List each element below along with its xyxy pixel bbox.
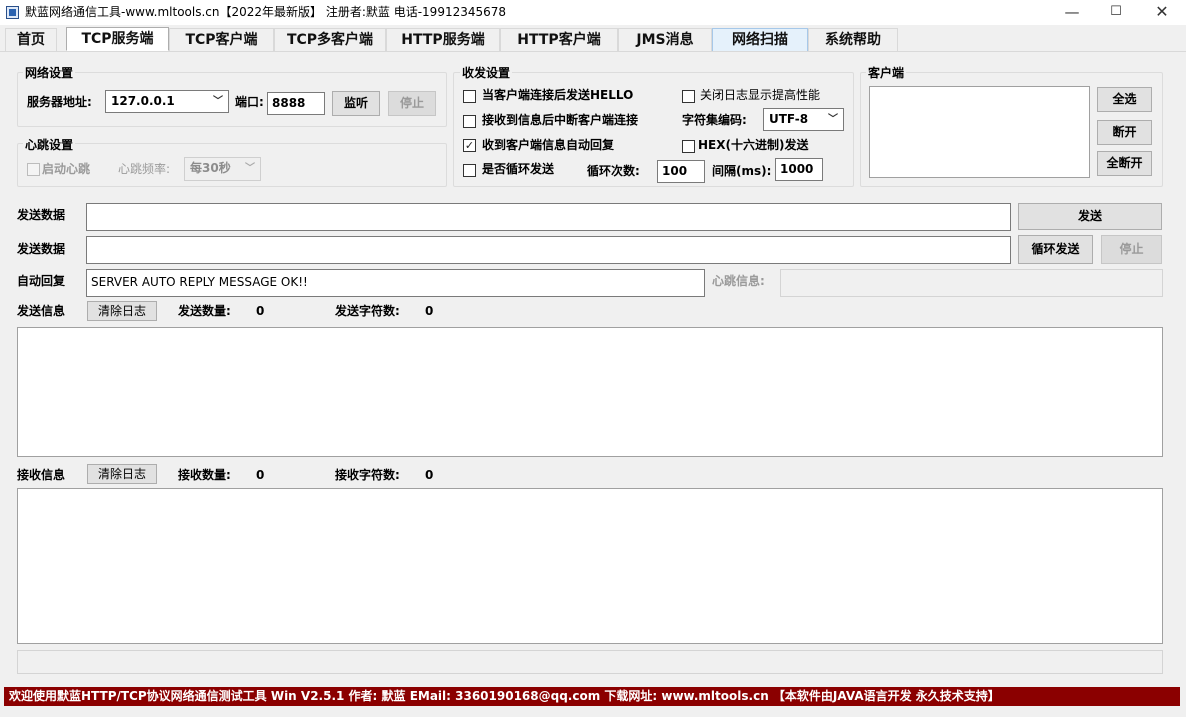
chevron-down-icon: ﹀ bbox=[213, 96, 223, 107]
auto-reply-input[interactable]: SERVER AUTO REPLY MESSAGE OK!! bbox=[86, 269, 705, 297]
send-hello-label: 当客户端连接后发送HELLO bbox=[482, 88, 634, 102]
loop-count-input[interactable]: 100 bbox=[657, 160, 705, 183]
tab-tcp-multi-client[interactable]: TCP多客户端 bbox=[274, 28, 386, 52]
tab-home[interactable]: 首页 bbox=[5, 28, 57, 52]
recv-chars-label: 接收字符数: bbox=[335, 468, 400, 482]
send-chars-value: 0 bbox=[425, 304, 434, 318]
heartbeat-freq-label: 心跳频率: bbox=[118, 162, 171, 176]
port-label: 端口: bbox=[235, 95, 264, 109]
txrx-settings-title: 收发设置 bbox=[460, 64, 513, 81]
tab-network-scan[interactable]: 网络扫描 bbox=[712, 28, 808, 52]
stop-listen-button[interactable]: 停止 bbox=[388, 91, 436, 116]
heartbeat-info-input[interactable] bbox=[780, 269, 1163, 297]
network-settings-title: 网络设置 bbox=[23, 64, 76, 81]
tab-tcp-client[interactable]: TCP客户端 bbox=[169, 28, 274, 52]
disconnect-after-recv-label: 接收到信息后中断客户端连接 bbox=[482, 113, 639, 127]
heartbeat-enable-checkbox[interactable] bbox=[27, 163, 40, 176]
stop-loop-button[interactable]: 停止 bbox=[1101, 235, 1162, 264]
recv-count-label: 接收数量: bbox=[178, 468, 231, 482]
send-chars-label: 发送字符数: bbox=[335, 304, 400, 318]
clients-list[interactable] bbox=[869, 86, 1090, 178]
loop-send-checkbox[interactable] bbox=[463, 164, 476, 177]
interval-input[interactable]: 1000 bbox=[775, 158, 823, 181]
heartbeat-info-label: 心跳信息: bbox=[712, 274, 765, 288]
chevron-down-icon: ﹀ bbox=[245, 163, 255, 174]
tab-help[interactable]: 系统帮助 bbox=[808, 28, 898, 52]
server-address-label: 服务器地址: bbox=[27, 95, 92, 109]
heartbeat-freq-value: 每30秒 bbox=[190, 161, 231, 175]
auto-reply-label: 收到客户端信息自动回复 bbox=[482, 138, 615, 152]
interval-label: 间隔(ms): bbox=[712, 164, 772, 178]
send-count-value: 0 bbox=[256, 304, 265, 318]
tab-jms[interactable]: JMS消息 bbox=[618, 28, 712, 52]
recv-chars-value: 0 bbox=[425, 468, 434, 482]
port-input[interactable]: 8888 bbox=[267, 92, 325, 115]
send-info-label: 发送信息 bbox=[17, 304, 66, 318]
tab-http-server[interactable]: HTTP服务端 bbox=[386, 28, 500, 52]
send-data-label-1: 发送数据 bbox=[17, 208, 66, 222]
send-data-input-1[interactable] bbox=[86, 203, 1011, 231]
hex-send-checkbox[interactable] bbox=[682, 140, 695, 153]
send-button[interactable]: 发送 bbox=[1018, 203, 1162, 230]
disconnect-button[interactable]: 断开 bbox=[1097, 120, 1152, 145]
tab-http-client[interactable]: HTTP客户端 bbox=[500, 28, 618, 52]
select-all-button[interactable]: 全选 bbox=[1097, 87, 1152, 112]
recv-log-area[interactable] bbox=[17, 488, 1163, 644]
listen-button[interactable]: 监听 bbox=[332, 91, 380, 116]
maximize-button[interactable]: ☐ bbox=[1093, 0, 1139, 25]
status-bar: 欢迎使用默蓝HTTP/TCP协议网络通信测试工具 Win V2.5.1 作者: … bbox=[4, 687, 1180, 706]
close-log-label: 关闭日志显示提高性能 bbox=[700, 88, 821, 102]
hex-send-label: HEX(十六进制)发送 bbox=[698, 138, 809, 152]
minimize-button[interactable]: — bbox=[1049, 0, 1095, 25]
close-log-checkbox[interactable] bbox=[682, 90, 695, 103]
close-button[interactable]: ✕ bbox=[1139, 0, 1185, 25]
title-bar: 默蓝网络通信工具-www.mltools.cn【2022年最新版】 注册者:默蓝… bbox=[0, 0, 1186, 25]
server-address-value: 127.0.0.1 bbox=[111, 94, 175, 108]
recv-count-value: 0 bbox=[256, 468, 265, 482]
heartbeat-settings-title: 心跳设置 bbox=[23, 136, 76, 153]
app-icon bbox=[6, 6, 19, 19]
charset-label: 字符集编码: bbox=[682, 113, 747, 127]
tab-divider bbox=[0, 51, 1186, 52]
clear-send-log-button[interactable]: 清除日志 bbox=[87, 301, 157, 321]
loop-count-label: 循环次数: bbox=[587, 164, 640, 178]
bottom-status-field bbox=[17, 650, 1163, 674]
clients-title: 客户端 bbox=[866, 64, 907, 81]
send-data-label-2: 发送数据 bbox=[17, 242, 66, 256]
send-count-label: 发送数量: bbox=[178, 304, 231, 318]
window-title: 默蓝网络通信工具-www.mltools.cn【2022年最新版】 注册者:默蓝… bbox=[25, 5, 507, 19]
loop-send-label: 是否循环发送 bbox=[482, 162, 555, 176]
charset-value: UTF-8 bbox=[769, 112, 809, 126]
heartbeat-enable-label: 启动心跳 bbox=[42, 162, 91, 176]
send-log-area[interactable] bbox=[17, 327, 1163, 457]
heartbeat-freq-combo[interactable]: 每30秒 ﹀ bbox=[184, 157, 261, 181]
auto-reply-checkbox[interactable]: ✓ bbox=[463, 139, 476, 152]
loop-send-button[interactable]: 循环发送 bbox=[1018, 235, 1093, 264]
disconnect-after-recv-checkbox[interactable] bbox=[463, 115, 476, 128]
send-data-input-2[interactable] bbox=[86, 236, 1011, 264]
tab-tcp-server[interactable]: TCP服务端 bbox=[66, 27, 169, 51]
server-address-combo[interactable]: 127.0.0.1 ﹀ bbox=[105, 90, 229, 113]
charset-combo[interactable]: UTF-8 ﹀ bbox=[763, 108, 844, 131]
chevron-down-icon: ﹀ bbox=[828, 114, 838, 125]
clear-recv-log-button[interactable]: 清除日志 bbox=[87, 464, 157, 484]
recv-info-label: 接收信息 bbox=[17, 468, 66, 482]
disconnect-all-button[interactable]: 全断开 bbox=[1097, 151, 1152, 176]
send-hello-checkbox[interactable] bbox=[463, 90, 476, 103]
check-icon: ✓ bbox=[464, 139, 475, 152]
auto-reply-row-label: 自动回复 bbox=[17, 274, 66, 288]
